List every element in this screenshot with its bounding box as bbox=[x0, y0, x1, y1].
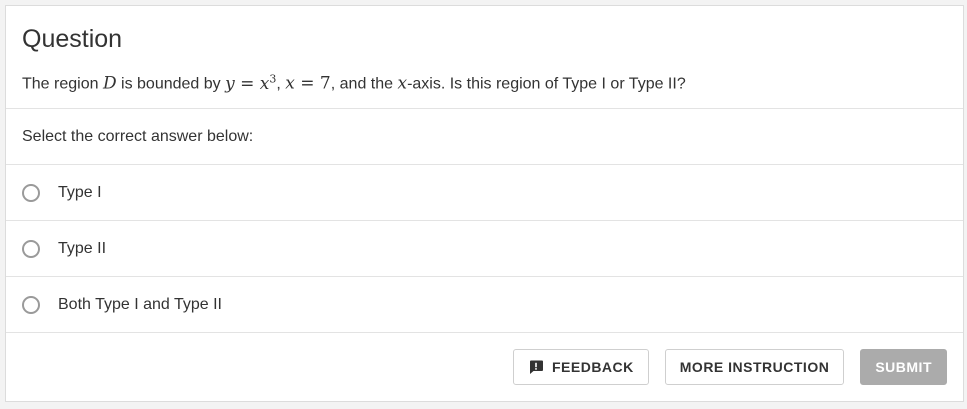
eq1-lhs: y bbox=[225, 73, 235, 94]
math-var-d: D bbox=[102, 73, 117, 94]
radio-button[interactable] bbox=[22, 239, 40, 258]
feedback-label: FEEDBACK bbox=[551, 359, 634, 375]
more-instruction-button[interactable]: MORE INSTRUCTION bbox=[664, 349, 845, 385]
option-label: Both Type I and Type II bbox=[58, 295, 222, 313]
question-text-part: The region bbox=[22, 75, 103, 93]
math-equation-2: x = 7 bbox=[285, 73, 331, 94]
question-text-part: is bounded by bbox=[116, 75, 226, 93]
math-equation-1: y = x3 bbox=[225, 72, 277, 94]
option-type-2[interactable]: Type II bbox=[6, 221, 963, 277]
submit-button[interactable]: SUBMIT bbox=[860, 349, 947, 385]
action-bar: FEEDBACK MORE INSTRUCTION SUBMIT bbox=[6, 333, 963, 401]
feedback-button[interactable]: FEEDBACK bbox=[512, 349, 649, 385]
feedback-icon bbox=[529, 360, 543, 374]
question-text-part: -axis. Is this region of Type I or Type … bbox=[407, 75, 686, 93]
question-title: Question bbox=[22, 25, 123, 53]
radio-button[interactable] bbox=[22, 183, 40, 202]
answer-prompt: Select the correct answer below: bbox=[6, 109, 963, 165]
option-type-1[interactable]: Type I bbox=[6, 165, 963, 221]
eq1-rhs: x bbox=[259, 73, 270, 94]
math-var-x: x bbox=[397, 73, 408, 94]
question-card: Question The region D is bounded by y = … bbox=[5, 5, 964, 402]
eq2-rhs: 7 bbox=[319, 73, 331, 94]
radio-button[interactable] bbox=[22, 295, 40, 314]
question-text: The region D is bounded by y = x3, x = 7… bbox=[22, 68, 947, 96]
option-both-types[interactable]: Both Type I and Type II bbox=[6, 277, 963, 333]
question-header: Question The region D is bounded by y = … bbox=[6, 6, 963, 109]
eq2-lhs: x bbox=[285, 73, 295, 94]
option-label: Type I bbox=[58, 183, 102, 201]
question-text-part: , and the bbox=[330, 75, 398, 93]
option-label: Type II bbox=[58, 239, 107, 257]
question-text-part: , bbox=[276, 75, 286, 93]
